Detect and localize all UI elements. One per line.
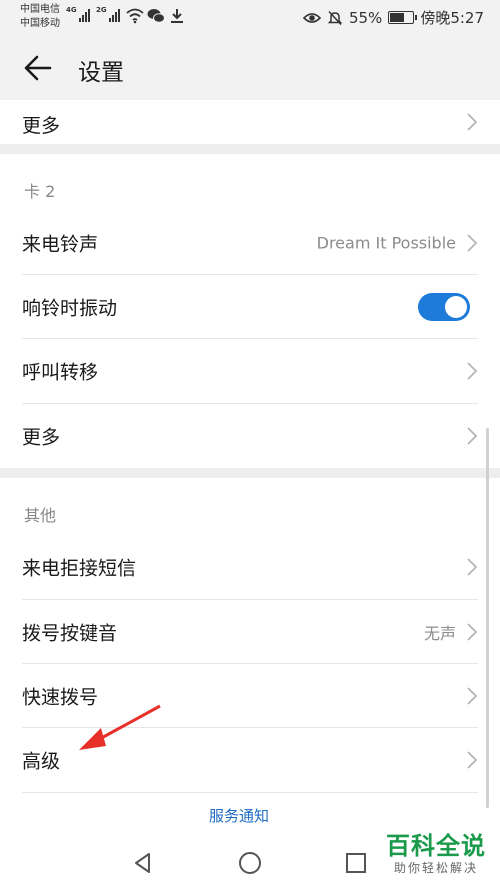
app-bar: 设置 [0, 36, 500, 100]
row-label: 呼叫转移 [22, 361, 99, 384]
chevron-right-icon [467, 362, 478, 380]
scrollbar[interactable] [486, 428, 489, 808]
divider [22, 792, 478, 793]
toggle-knob [445, 296, 467, 318]
chevron-right-icon [467, 234, 478, 252]
chevron-right-icon [467, 623, 478, 641]
row-label: 快速拨号 [22, 686, 99, 709]
chevron-right-icon [467, 751, 478, 769]
row-label: 更多 [22, 426, 61, 449]
card1-more-row[interactable]: 更多 [0, 100, 500, 144]
vibrate-row: 响铃时振动 [0, 275, 500, 339]
section-gap [0, 144, 500, 154]
status-bar: 中国电信 中国移动 4G 2G 55% 傍晚5:27 [0, 0, 500, 36]
nav-recents-icon[interactable] [343, 850, 369, 876]
reject-sms-row[interactable]: 来电拒接短信 [0, 535, 500, 599]
watermark-logo: 百科全说 助你轻松解决 [386, 826, 486, 876]
row-label: 拨号按键音 [22, 622, 118, 645]
section-header-other: 其他 [24, 506, 57, 525]
carrier-names: 中国电信 中国移动 [20, 3, 60, 31]
status-right: 55% 傍晚5:27 [302, 7, 484, 28]
ringtone-row[interactable]: 来电铃声 Dream It Possible [0, 211, 500, 275]
section-header-card2: 卡 2 [24, 182, 56, 201]
vibrate-toggle[interactable] [418, 293, 470, 321]
signal-icon: 4G [66, 6, 90, 22]
dialpad-tone-row[interactable]: 拨号按键音 无声 [0, 600, 500, 664]
battery-percent: 55% [348, 8, 383, 27]
speed-dial-row[interactable]: 快速拨号 [0, 664, 500, 728]
row-label: 高级 [22, 750, 61, 773]
call-forward-row[interactable]: 呼叫转移 [0, 339, 500, 403]
signal-icon-2: 2G [96, 6, 120, 22]
watermark-sub: 助你轻松解决 [393, 861, 478, 875]
mute-icon [327, 10, 343, 25]
chevron-right-icon [467, 687, 478, 705]
carrier-2: 中国移动 [20, 18, 60, 29]
chevron-right-icon [467, 427, 478, 445]
row-label: 更多 [22, 115, 61, 137]
service-notice-link[interactable]: 服务通知 [0, 805, 478, 826]
card2-more-row[interactable]: 更多 [0, 404, 500, 468]
row-label: 来电拒接短信 [22, 557, 137, 580]
page-title: 设置 [78, 60, 124, 86]
network-type-2: 2G [96, 6, 107, 14]
arrow-left-icon[interactable] [20, 50, 56, 86]
chevron-right-icon [467, 558, 478, 576]
wechat-icon [147, 9, 165, 23]
advanced-row[interactable]: 高级 [0, 728, 500, 792]
clock: 傍晚5:27 [420, 9, 484, 27]
watermark-main: 百科全说 [386, 832, 486, 860]
nav-home-icon[interactable] [237, 850, 263, 876]
ringtone-value: Dream It Possible [316, 233, 456, 253]
eye-icon [302, 12, 321, 23]
chevron-right-icon [467, 113, 478, 131]
dialpad-tone-value: 无声 [423, 624, 456, 643]
carrier-1: 中国电信 [20, 4, 60, 15]
nav-back-icon[interactable] [130, 850, 156, 876]
row-label: 来电铃声 [22, 233, 99, 256]
network-type-1: 4G [66, 6, 77, 14]
wifi-icon [126, 8, 144, 24]
download-icon [171, 9, 183, 23]
section-gap [0, 468, 500, 478]
row-label: 响铃时振动 [22, 297, 118, 320]
battery-icon [388, 11, 418, 24]
